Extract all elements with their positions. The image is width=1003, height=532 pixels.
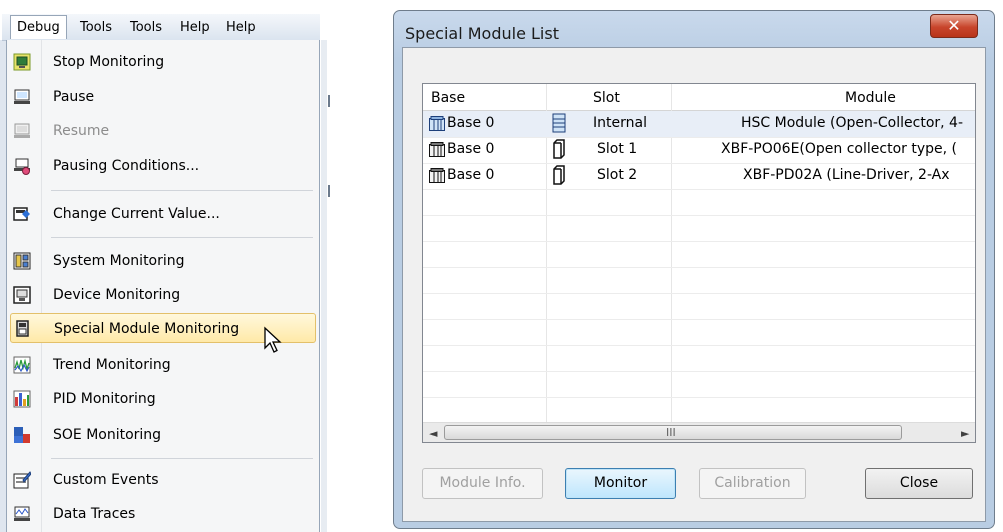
background-window-edge: [321, 40, 327, 532]
data-traces-icon: [14, 506, 30, 521]
pausing-conditions-icon: [14, 158, 30, 175]
menu-help[interactable]: Help: [174, 18, 216, 37]
menu-separator: [51, 237, 313, 238]
mouse-cursor-icon: [264, 326, 282, 353]
column-header-slot[interactable]: Slot: [593, 90, 620, 106]
base-rack-icon: [429, 116, 445, 131]
table-header: Base Slot Module: [423, 84, 975, 111]
table-row[interactable]: Base 0 Slot 2 XBF-PD02A (Line-Driver, 2-…: [423, 163, 975, 190]
menu-help-2[interactable]: Help: [220, 18, 262, 37]
column-header-base[interactable]: Base: [431, 90, 465, 106]
soe-monitoring-icon: [14, 427, 30, 443]
special-module-list-dialog: Special Module List ✕ Base Slot Module B…: [393, 10, 995, 529]
cell-slot: Slot 2: [597, 167, 638, 183]
menu-item-label: Pause: [53, 89, 95, 105]
cell-module: HSC Module (Open-Collector, 4-: [741, 115, 964, 131]
menu-item-label: Pausing Conditions...: [53, 158, 200, 174]
device-monitoring-icon: [13, 286, 31, 304]
table-row-empty: [423, 241, 975, 268]
menu-item-label: Custom Events: [53, 472, 159, 488]
cell-slot: Internal: [593, 115, 647, 131]
table-row-empty: [423, 293, 975, 320]
trend-monitoring-icon: [13, 356, 31, 374]
calibration-button: Calibration: [699, 468, 806, 499]
menu-debug[interactable]: Debug: [10, 15, 67, 39]
menu-item-change-current-value[interactable]: Change Current Value...: [7, 199, 319, 229]
pause-icon: [14, 89, 30, 104]
menu-item-custom-events[interactable]: Custom Events: [7, 465, 319, 495]
table-row-empty: [423, 189, 975, 216]
module-list-table: Base Slot Module Base 0 Internal HSC Mod…: [422, 83, 976, 443]
cell-slot: Slot 1: [597, 141, 638, 157]
horizontal-scrollbar[interactable]: ◄ III ►: [423, 422, 975, 442]
dialog-client-area: Base Slot Module Base 0 Internal HSC Mod…: [402, 47, 986, 522]
debug-menu-dropdown: Stop Monitoring Pause Resume Pausing Con…: [6, 40, 320, 532]
dialog-close-button[interactable]: ✕: [930, 14, 978, 38]
base-rack-icon: [429, 168, 445, 183]
slot-module-icon: [553, 139, 565, 159]
table-row-empty: [423, 215, 975, 242]
system-monitoring-icon: [13, 252, 31, 270]
menu-item-data-traces[interactable]: Data Traces: [7, 499, 319, 529]
cell-module: XBF-PO06E(Open collector type, (: [721, 141, 957, 157]
menu-tools-2[interactable]: Tools: [124, 18, 168, 37]
menu-item-label: SOE Monitoring: [53, 427, 162, 443]
table-row-empty: [423, 397, 975, 424]
menu-item-pause[interactable]: Pause: [7, 82, 319, 112]
menu-item-label: System Monitoring: [53, 253, 185, 269]
menu-item-stop-monitoring[interactable]: Stop Monitoring: [7, 47, 319, 77]
table-row-empty: [423, 319, 975, 346]
menu-item-label: Special Module Monitoring: [54, 321, 240, 337]
special-module-icon: [16, 320, 29, 337]
base-rack-icon: [429, 142, 445, 157]
menu-item-pid-monitoring[interactable]: PID Monitoring: [7, 384, 319, 414]
custom-events-icon: [13, 471, 31, 489]
menu-item-label: Resume: [53, 123, 110, 139]
change-value-icon: [13, 207, 30, 221]
menu-item-label: Change Current Value...: [53, 206, 220, 222]
menu-item-system-monitoring[interactable]: System Monitoring: [7, 246, 319, 276]
cell-module: XBF-PD02A (Line-Driver, 2-Ax: [743, 167, 950, 183]
internal-module-icon: [552, 113, 566, 133]
menu-item-label: Device Monitoring: [53, 287, 181, 303]
background-fragment: [328, 95, 330, 107]
stop-monitoring-icon: [13, 53, 31, 71]
table-row[interactable]: Base 0 Internal HSC Module (Open-Collect…: [423, 111, 975, 138]
menu-separator: [51, 458, 313, 459]
menu-item-label: Stop Monitoring: [53, 54, 165, 70]
menu-bar: Debug Tools Tools Help Help: [2, 14, 320, 41]
scroll-left-icon[interactable]: ◄: [429, 427, 437, 440]
background-fragment: [328, 185, 330, 197]
menu-tools[interactable]: Tools: [74, 18, 118, 37]
menu-item-label: Data Traces: [53, 506, 136, 522]
menu-item-soe-monitoring[interactable]: SOE Monitoring: [7, 420, 319, 450]
slot-module-icon: [553, 165, 565, 185]
scrollbar-thumb[interactable]: III: [444, 425, 902, 440]
pid-monitoring-icon: [13, 390, 31, 408]
cell-base: Base 0: [447, 167, 495, 183]
table-row-empty: [423, 267, 975, 294]
table-row[interactable]: Base 0 Slot 1 XBF-PO06E(Open collector t…: [423, 137, 975, 164]
scroll-right-icon[interactable]: ►: [961, 427, 969, 440]
menu-item-device-monitoring[interactable]: Device Monitoring: [7, 280, 319, 310]
menu-item-label: Trend Monitoring: [53, 357, 171, 373]
column-header-module[interactable]: Module: [845, 90, 896, 106]
menu-item-label: PID Monitoring: [53, 391, 156, 407]
module-info-button: Module Info.: [422, 468, 543, 499]
close-icon: ✕: [947, 16, 961, 35]
menu-separator: [51, 190, 313, 191]
menu-item-resume: Resume: [7, 116, 319, 146]
cell-base: Base 0: [447, 141, 495, 157]
cell-base: Base 0: [447, 115, 495, 131]
resume-icon: [14, 123, 30, 138]
close-button[interactable]: Close: [865, 468, 973, 499]
table-row-empty: [423, 345, 975, 372]
dialog-title: Special Module List: [405, 24, 559, 43]
monitor-button[interactable]: Monitor: [565, 468, 676, 499]
menu-item-pausing-conditions[interactable]: Pausing Conditions...: [7, 151, 319, 181]
scrollbar-grip: III: [666, 426, 676, 439]
table-row-empty: [423, 371, 975, 398]
